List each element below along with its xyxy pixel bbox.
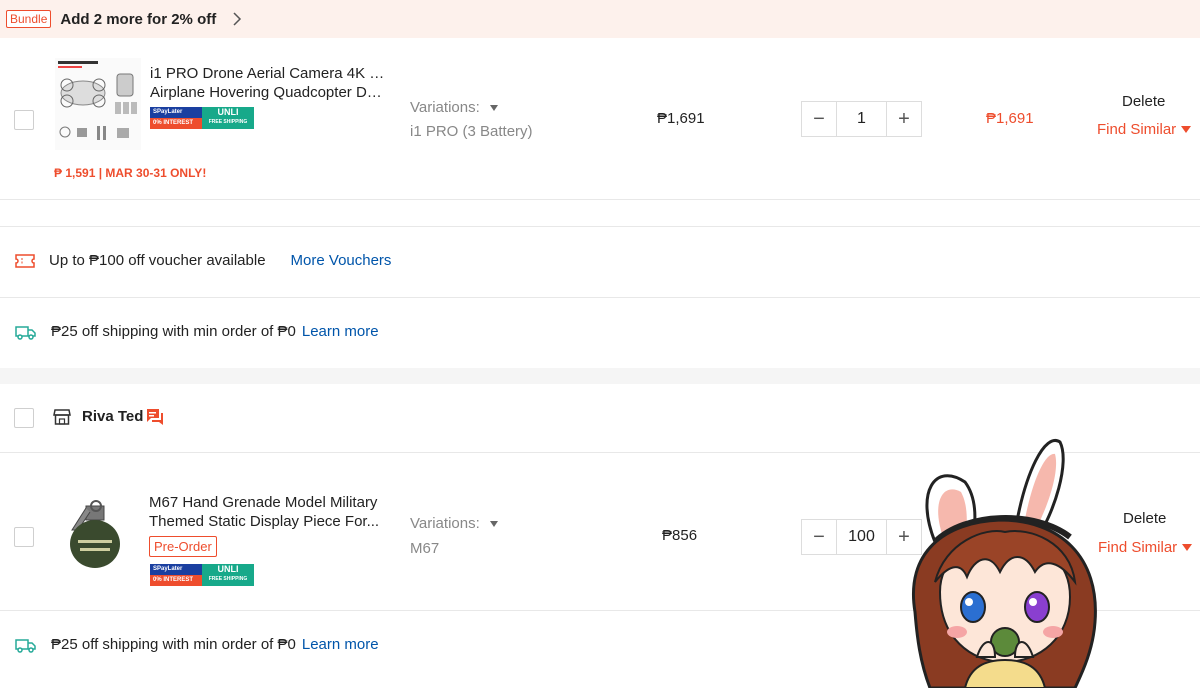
find-similar-label: Find Similar [1097,121,1177,138]
shipping-row: ₱25 off shipping with min order of ₱0 Le… [15,636,379,653]
chat-icon[interactable] [146,408,164,426]
bundle-badge: Bundle [6,10,52,28]
product-name-line2: Themed Static Display Piece For... [149,513,380,530]
shop-checkbox[interactable] [14,408,34,428]
shipping-text: ₱25 off shipping with min order of ₱0 [51,636,296,653]
caret-down-icon [1181,126,1192,133]
chevron-right-icon[interactable] [230,12,244,26]
spaylater-badge: SPayLater 0% INTEREST [150,564,202,586]
find-similar-button[interactable]: Find Similar [1097,121,1192,138]
shipping-row: ₱25 off shipping with min order of ₱0 Le… [15,323,379,340]
unit-price: ₱1,691 [657,110,705,127]
unit-price: ₱856 [662,527,698,544]
truck-icon [15,638,36,653]
product-image-grenade[interactable] [60,494,130,578]
decrease-quantity-button[interactable]: − [802,520,836,554]
truck-icon [15,325,36,340]
divider [0,199,1200,200]
shop-card-1: i1 PRO Drone Aerial Camera 4K RC Airplan… [0,38,1200,368]
variations-dropdown[interactable]: Variations: [410,99,498,116]
unli-badge: UNLI FREE SHIPPING [202,564,254,586]
increase-quantity-button[interactable]: + [887,102,921,136]
product-name-grenade[interactable]: M67 Hand Grenade Model Military Themed S… [149,493,389,531]
decrease-quantity-button[interactable]: − [802,102,836,136]
unli-badge: UNLI FREE SHIPPING [202,107,254,129]
variation-value: i1 PRO (3 Battery) [410,123,533,140]
divider [0,226,1200,227]
variation-value: M67 [410,540,440,557]
variations-label: Variations: [410,99,480,116]
shop-name[interactable]: Riva Ted [82,408,143,425]
learn-more-link[interactable]: Learn more [302,323,379,340]
voucher-icon [15,253,35,268]
preorder-badge: Pre-Order [149,536,217,557]
quantity-stepper: − 1 + [801,101,922,137]
product-name-line1: i1 PRO Drone Aerial Camera 4K RC [150,65,390,82]
product-name-line1: M67 Hand Grenade Model Military [149,494,378,511]
shop-icon [53,409,71,425]
quantity-input[interactable]: 100 [836,520,887,554]
bunny-girl-mascot-image [912,439,1097,688]
grenade-thumbnail-icon [60,494,130,578]
caret-down-icon [1182,544,1193,551]
variations-label: Variations: [410,515,480,532]
bundle-offer-text: Add 2 more for 2% off [60,10,217,28]
product-name-drone[interactable]: i1 PRO Drone Aerial Camera 4K RC Airplan… [150,64,390,102]
spaylater-unli-badge: SPayLater 0% INTEREST UNLI FREE SHIPPING [150,107,254,129]
product-image-drone[interactable] [55,58,141,150]
spaylater-unli-badge: SPayLater 0% INTEREST UNLI FREE SHIPPING [150,564,254,586]
voucher-row: Up to ₱100 off voucher available More Vo… [15,252,391,269]
bundle-bar[interactable]: Bundle Add 2 more for 2% off [0,0,1200,38]
item-checkbox[interactable] [14,527,34,547]
variations-dropdown[interactable]: Variations: [410,515,498,532]
caret-down-icon [489,520,498,527]
more-vouchers-link[interactable]: More Vouchers [291,252,392,269]
spaylater-badge: SPayLater 0% INTEREST [150,107,202,129]
drone-thumbnail-icon [55,58,141,150]
voucher-text: Up to ₱100 off voucher available [49,252,266,269]
product-name-line2: Airplane Hovering Quadcopter Dua... [150,84,390,101]
learn-more-link[interactable]: Learn more [302,636,379,653]
delete-button[interactable]: Delete [1123,510,1166,527]
caret-down-icon [489,104,498,111]
total-price: ₱1,691 [986,110,1034,127]
item-checkbox[interactable] [14,110,34,130]
quantity-input[interactable]: 1 [836,102,887,136]
divider [0,297,1200,298]
shipping-text: ₱25 off shipping with min order of ₱0 [51,323,296,340]
delete-button[interactable]: Delete [1122,93,1165,110]
promo-price-text: ₱ 1,591 | MAR 30-31 ONLY! [54,166,207,180]
